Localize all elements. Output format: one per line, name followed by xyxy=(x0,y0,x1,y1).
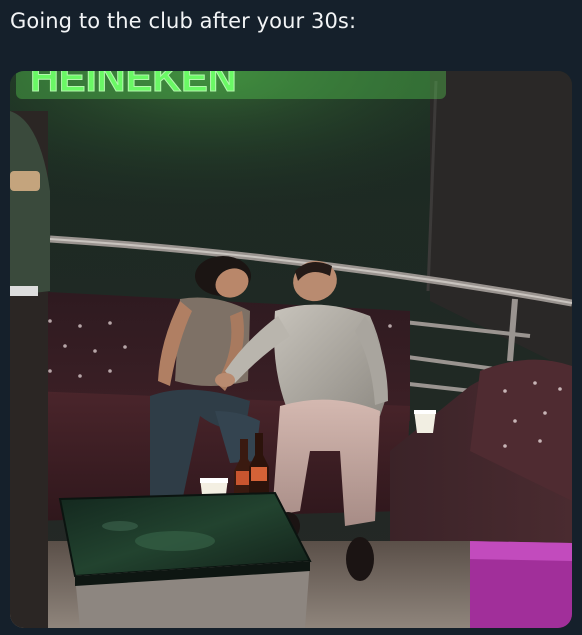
meme-photo[interactable]: HEINEKEN xyxy=(10,71,572,628)
coffee-table xyxy=(58,491,312,628)
plastic-cup-right xyxy=(414,410,436,433)
standing-person-partial xyxy=(10,111,50,628)
post-caption: Going to the club after your 30s: xyxy=(10,9,357,33)
club-scene-illustration: HEINEKEN xyxy=(10,71,572,628)
neon-sign: HEINEKEN xyxy=(16,71,446,101)
neon-sign-text: HEINEKEN xyxy=(30,71,237,100)
